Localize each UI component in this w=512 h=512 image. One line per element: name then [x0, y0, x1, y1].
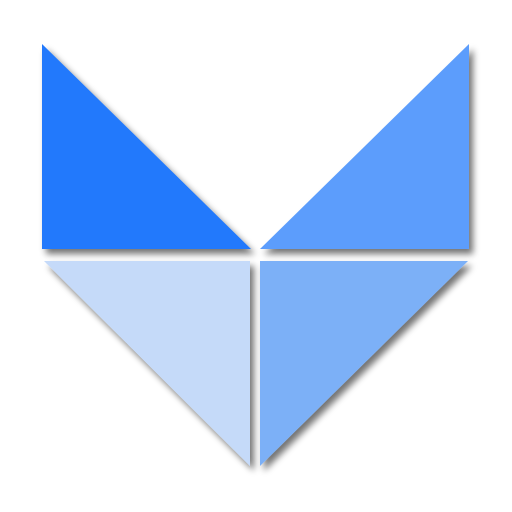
bottom-right-triangle [260, 261, 468, 466]
logo-mark [42, 44, 469, 466]
bottom-left-triangle [44, 261, 250, 466]
top-left-triangle [42, 44, 251, 249]
top-right-triangle [260, 44, 469, 249]
logo-canvas [0, 0, 512, 512]
